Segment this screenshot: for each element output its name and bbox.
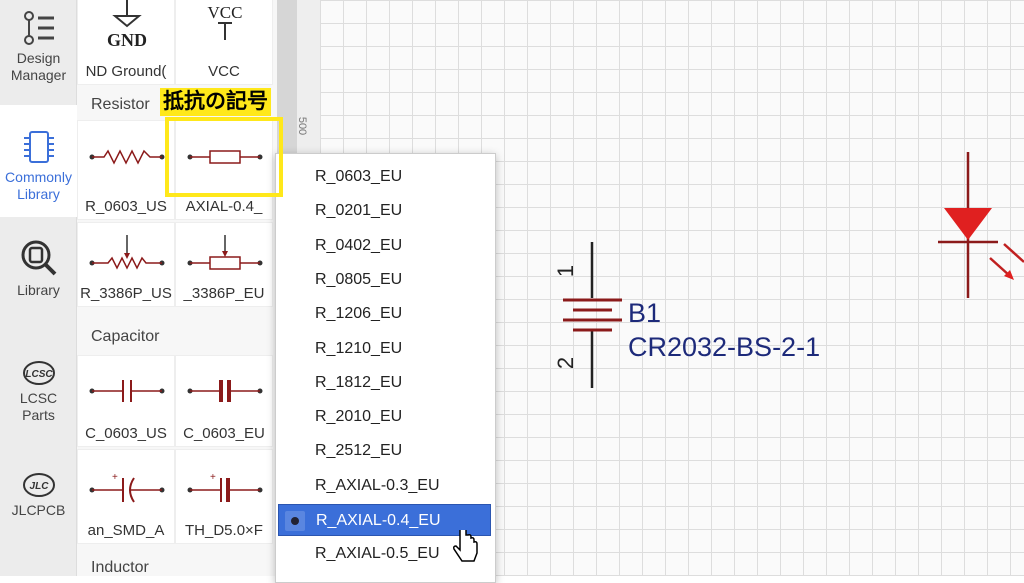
dropdown-option[interactable]: R_0805_EU — [278, 264, 491, 296]
jlc-logo-icon: JLC — [22, 473, 55, 497]
option-label: R_1210_EU — [315, 339, 403, 357]
electrolytic-capacitor-icon: + — [187, 472, 263, 502]
pin-number: 1 — [553, 264, 579, 278]
dropdown-option[interactable]: R_1812_EU — [278, 367, 491, 399]
chip-icon — [23, 131, 54, 163]
section-header-resistor: Resistor — [91, 96, 150, 113]
dropdown-option[interactable]: R_2010_EU — [278, 401, 491, 433]
dropdown-option[interactable]: R_0201_EU — [278, 195, 491, 227]
hand-cursor-icon — [453, 530, 478, 562]
footprint-dropdown[interactable]: R_0603_EU R_0201_EU R_0402_EU R_0805_EU R_12… — [275, 153, 496, 583]
dropdown-option[interactable]: R_0603_EU — [278, 161, 491, 193]
sidebar-item-design-manager[interactable]: Design Manager — [0, 10, 77, 105]
sidebar-item-commonly-library[interactable]: Commonly Library — [0, 105, 77, 217]
sidebar-label: Library — [17, 282, 60, 298]
svg-text:+: + — [210, 472, 216, 483]
selected-radio-icon — [285, 511, 305, 531]
symbol-gnd[interactable]: GND ND Ground( — [77, 0, 175, 85]
capacitor-eu-icon — [187, 380, 263, 402]
symbol-vcc[interactable]: VCC VCC — [175, 0, 273, 85]
symbol-label: AXIAL-0.4_ — [185, 198, 263, 215]
symbol-label: C_0603_EU — [183, 425, 265, 442]
dropdown-option[interactable]: R_0402_EU — [278, 230, 491, 262]
symbol-label: R_0603_US — [85, 198, 167, 215]
symbol-label: R_3386P_US — [80, 285, 172, 302]
symbol-c-th-d5[interactable]: + TH_D5.0×F — [175, 449, 273, 544]
lcsc-logo-icon: LCSC — [22, 361, 55, 385]
symbol-c-0603-eu[interactable]: C_0603_EU — [175, 355, 273, 447]
symbol-label: _3386P_EU — [183, 285, 265, 302]
symbol-label: VCC — [208, 63, 240, 80]
option-label: R_2512_EU — [315, 442, 403, 460]
library-panel: GND ND Ground( VCC VCC Resistor R_0603_U… — [77, 0, 277, 576]
potentiometer-eu-icon — [187, 235, 263, 270]
component-value[interactable]: CR2032-BS-2-1 — [628, 332, 820, 363]
sidebar-label: Commonly — [5, 169, 72, 185]
dropdown-option[interactable]: R_AXIAL-0.3_EU — [278, 470, 491, 502]
svg-text:GND: GND — [107, 30, 147, 50]
polarized-capacitor-icon: + — [89, 472, 165, 503]
pin-number: 2 — [553, 356, 579, 370]
annotation-highlight-frame — [165, 117, 283, 197]
dropdown-option[interactable]: R_2512_EU — [278, 435, 491, 467]
option-label: R_0603_EU — [315, 168, 403, 185]
option-label: R_AXIAL-0.5_EU — [315, 545, 440, 563]
svg-text:+: + — [112, 472, 118, 483]
svg-text:LCSC: LCSC — [25, 369, 53, 380]
option-label: R_1812_EU — [315, 373, 403, 391]
symbol-label: TH_D5.0×F — [185, 522, 263, 539]
symbol-c-0603-us[interactable]: C_0603_US — [77, 355, 175, 447]
left-sidebar: Design Manager Commonly Library Library … — [0, 0, 77, 576]
potentiometer-us-icon — [89, 235, 165, 270]
option-label: R_0201_EU — [315, 202, 403, 220]
sidebar-label: JLCPCB — [11, 502, 66, 518]
ruler-mark: 500 — [296, 116, 309, 136]
component-designator[interactable]: B1 — [628, 298, 661, 329]
symbol-label: C_0603_US — [85, 425, 167, 442]
sidebar-label: LCSC — [19, 390, 58, 406]
svg-text:JLC: JLC — [29, 481, 49, 492]
capacitor-icon — [89, 380, 165, 402]
gnd-symbol-icon: GND — [107, 0, 147, 50]
section-header-capacitor: Capacitor — [91, 328, 160, 345]
led-symbol — [938, 152, 1024, 298]
sidebar-item-jlcpcb[interactable]: JLC JLCPCB — [0, 472, 77, 532]
dropdown-option[interactable]: R_1206_EU — [278, 298, 491, 330]
section-header-inductor: Inductor — [91, 559, 149, 576]
option-label: R_2010_EU — [315, 408, 403, 426]
symbol-label: an_SMD_A — [87, 522, 165, 539]
svg-text:VCC: VCC — [208, 3, 243, 22]
option-label: R_0805_EU — [315, 270, 403, 288]
symbol-r-3386p-us[interactable]: R_3386P_US — [77, 222, 175, 307]
annotation-label: 抵抗の記号 — [160, 88, 271, 116]
symbol-c-tan-smd[interactable]: + an_SMD_A — [77, 449, 175, 544]
library-search-icon — [21, 240, 56, 276]
design-manager-icon — [23, 11, 54, 45]
sidebar-label: Library — [17, 186, 60, 202]
sidebar-label: Design — [16, 50, 61, 66]
dropdown-option[interactable]: R_1210_EU — [278, 333, 491, 365]
resistor-us-icon — [89, 149, 165, 165]
vcc-symbol-icon: VCC — [208, 3, 243, 40]
symbol-r-3386p-eu[interactable]: _3386P_EU — [175, 222, 273, 307]
sidebar-item-lcsc-parts[interactable]: LCSC LCSC Parts — [0, 360, 77, 430]
symbol-r-0603-us[interactable]: R_0603_US — [77, 120, 175, 220]
option-label: R_AXIAL-0.3_EU — [315, 476, 440, 494]
symbol-label: ND Ground( — [85, 63, 167, 80]
option-label: R_1206_EU — [315, 305, 403, 323]
sidebar-item-library[interactable]: Library — [0, 238, 77, 308]
option-label: R_0402_EU — [315, 236, 403, 254]
sidebar-label: Parts — [22, 407, 55, 423]
option-label: R_AXIAL-0.4_EU — [316, 512, 441, 529]
sidebar-label: Manager — [10, 67, 67, 83]
